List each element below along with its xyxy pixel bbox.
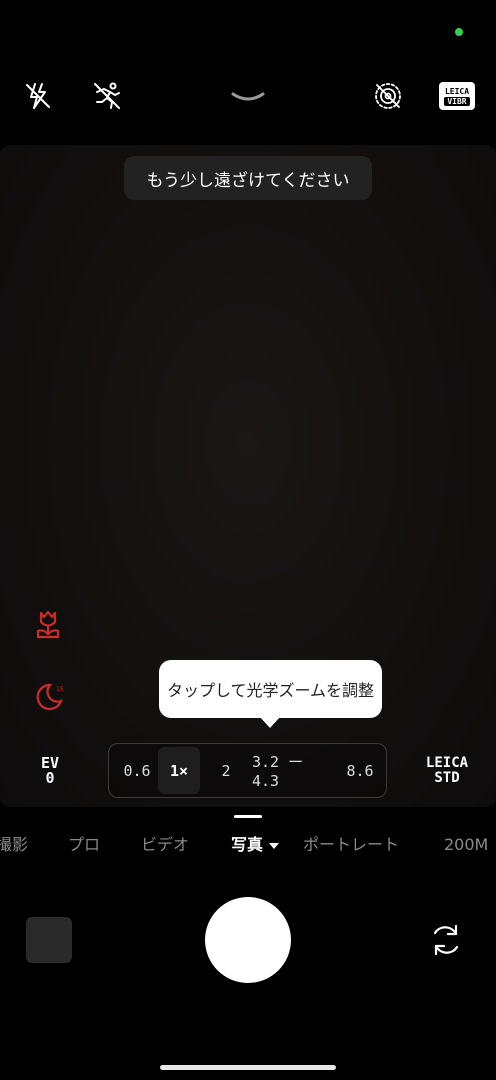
leica-style-button[interactable]: LEICA STD — [420, 756, 474, 786]
night-moon-icon[interactable]: 15 — [30, 679, 66, 715]
motion-off-icon[interactable] — [91, 80, 123, 112]
zoom-option-0.6[interactable]: 0.6 — [116, 743, 158, 798]
zoom-option-1x[interactable]: 1× — [158, 747, 200, 794]
live-photo-off-icon[interactable] — [372, 80, 404, 112]
leica-vibrant-line1: LEICA — [444, 86, 470, 96]
exposure-control[interactable]: EV 0 — [28, 756, 72, 786]
zoom-option-3.2-4.3[interactable]: 3.2 ー 4.3 — [252, 743, 334, 798]
leica-style-line2: STD — [434, 770, 460, 786]
mode-item-200m[interactable]: 200M — [444, 833, 488, 857]
leica-vibrant-line2: VIBR — [444, 96, 470, 106]
mode-item-video[interactable]: ビデオ — [141, 833, 189, 857]
leica-style-line1: LEICA — [425, 755, 469, 771]
macro-flower-icon[interactable] — [30, 607, 66, 643]
zoom-option-2[interactable]: 2 — [206, 743, 246, 798]
tooltip-tail — [259, 716, 281, 728]
mode-item-portrait[interactable]: ポートレート — [303, 833, 399, 857]
mode-item-pro[interactable]: プロ — [68, 833, 100, 857]
shutter-button[interactable] — [205, 897, 291, 983]
leica-vibrant-button[interactable]: LEICA VIBR — [439, 82, 475, 110]
flash-off-icon[interactable] — [22, 80, 54, 112]
chevron-down-icon[interactable] — [230, 88, 266, 108]
svg-text:15: 15 — [56, 686, 64, 693]
home-indicator[interactable] — [160, 1065, 336, 1070]
ev-value: 0 — [45, 769, 55, 787]
gallery-thumbnail[interactable] — [26, 917, 72, 963]
switch-camera-icon[interactable] — [426, 920, 466, 960]
mode-item-photo-label: 写真 — [231, 835, 264, 854]
mode-item-shoot[interactable]: 撮影 — [0, 833, 28, 857]
optical-zoom-tooltip: タップして光学ズームを調整 — [159, 660, 382, 718]
mode-item-photo[interactable]: 写真 — [231, 833, 280, 857]
recording-indicator — [455, 28, 463, 36]
dropdown-caret-icon — [269, 842, 280, 849]
mode-drawer-handle[interactable] — [234, 815, 262, 818]
zoom-option-8.6[interactable]: 8.6 — [338, 743, 382, 798]
distance-hint-toast: もう少し遠ざけてください — [124, 156, 372, 200]
